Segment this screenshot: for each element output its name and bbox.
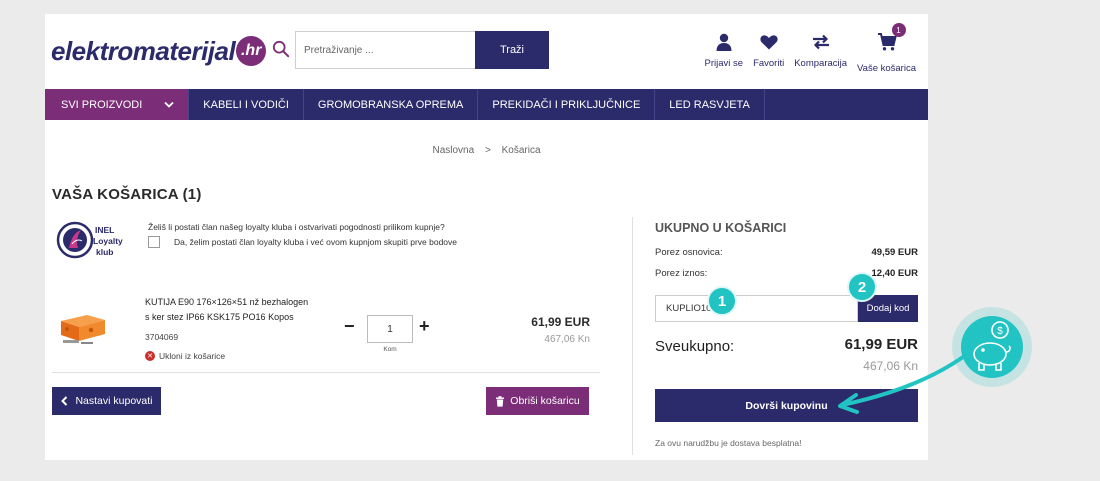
page: elektromaterijal .hr Traži Prijavi se Fa… <box>45 14 928 460</box>
tax-label: Porez iznos: <box>655 268 708 279</box>
column-divider <box>632 217 633 455</box>
product-name[interactable]: KUTIJA E90 176×126×51 nž bezhalogen s ke… <box>145 295 310 325</box>
quantity-increase-button[interactable]: + <box>419 316 430 337</box>
breadcrumb-current: Košarica <box>501 145 541 156</box>
divider <box>52 372 600 373</box>
breadcrumb-separator: > <box>484 145 491 156</box>
nav-all-products[interactable]: SVI PROIZVODI <box>45 89 190 120</box>
remove-from-cart-link[interactable]: ✕ Ukloni iz košarice <box>145 351 225 361</box>
piggy-bank-icon: $ <box>973 321 1011 371</box>
user-icon <box>716 33 732 51</box>
loyalty-checkbox[interactable] <box>148 236 160 248</box>
step-marker-2: 2 <box>847 272 877 302</box>
summary-title: UKUPNO U KOŠARICI <box>655 221 787 235</box>
total-kn: 467,06 Kn <box>863 359 918 373</box>
breadcrumb-home[interactable]: Naslovna <box>432 145 474 156</box>
clear-cart-button[interactable]: Obriši košaricu <box>486 387 589 415</box>
nav-cables[interactable]: KABELI I VODIČI <box>189 89 304 120</box>
quantity-decrease-button[interactable]: − <box>344 316 355 337</box>
trash-icon <box>496 395 505 407</box>
logo-text: elektromaterijal <box>51 35 236 66</box>
svg-text:INEL: INEL <box>95 225 114 235</box>
cart-icon-wrap: 1 <box>877 23 906 57</box>
tax-base-value: 49,59 EUR <box>871 247 918 258</box>
main-nav: SVI PROIZVODI KABELI I VODIČI GROMOBRANS… <box>45 89 928 120</box>
step-marker-1: 1 <box>707 286 737 316</box>
svg-text:klub: klub <box>96 247 113 257</box>
coupon-input[interactable] <box>655 295 858 322</box>
heart-icon <box>760 35 778 50</box>
svg-text:$: $ <box>997 326 1003 337</box>
search-icon[interactable] <box>272 40 290 58</box>
header-actions: Prijavi se Favoriti Komparacija 1 Vaše k… <box>695 23 916 74</box>
cart-label: Vaše košarica <box>857 63 916 74</box>
remove-icon: ✕ <box>145 351 155 361</box>
compare-link[interactable]: Komparacija <box>794 32 847 74</box>
product-sku: 3704069 <box>145 332 179 342</box>
favorites-link[interactable]: Favoriti <box>753 32 784 74</box>
chevron-down-icon <box>164 101 174 108</box>
item-price-kn: 467,06 Kn <box>544 334 590 345</box>
tax-base-label: Porez osnovica: <box>655 247 723 258</box>
continue-shopping-label: Nastavi kupovati <box>75 395 153 407</box>
nav-lightning-protection[interactable]: GROMOBRANSKA OPREMA <box>304 89 479 120</box>
search-input[interactable] <box>295 31 475 69</box>
chevron-left-icon <box>61 396 68 406</box>
tax-value: 12,40 EUR <box>871 268 918 279</box>
logo-suffix: .hr <box>236 36 267 66</box>
cart-count-badge: 1 <box>891 23 906 37</box>
login-label: Prijavi se <box>704 58 744 69</box>
quantity-input[interactable] <box>367 315 413 343</box>
total-label: Sveukupno: <box>655 338 735 355</box>
tax-row: Porez iznos: 12,40 EUR <box>655 268 918 279</box>
item-price-eur: 61,99 EUR <box>531 315 590 329</box>
svg-text:Loyalty: Loyalty <box>93 236 123 246</box>
free-shipping-note: Za ovu narudžbu je dostava besplatna! <box>655 438 802 448</box>
nav-all-products-label: SVI PROIZVODI <box>61 98 143 111</box>
quantity-unit: Kom <box>383 346 397 353</box>
nav-switches-sockets[interactable]: PREKIDAČI I PRIKLJUČNICE <box>478 89 656 120</box>
clear-cart-label: Obriši košaricu <box>510 395 580 407</box>
checkout-button[interactable]: Dovrši kupovinu <box>655 389 918 422</box>
piggy-bank-badge <box>961 316 1023 378</box>
breadcrumb: Naslovna > Košarica <box>45 145 928 156</box>
product-image[interactable] <box>57 307 109 347</box>
page-title: VAŠA KOŠARICA (1) <box>52 186 202 203</box>
remove-label: Ukloni iz košarice <box>159 351 226 361</box>
tax-base-row: Porez osnovica: 49,59 EUR <box>655 247 918 258</box>
loyalty-checkbox-row[interactable]: Da, želim postati član loyalty kluba i v… <box>148 236 457 248</box>
favorites-label: Favoriti <box>753 58 785 69</box>
piggy-bank-halo <box>952 307 1032 387</box>
login-link[interactable]: Prijavi se <box>704 32 744 74</box>
continue-shopping-button[interactable]: Nastavi kupovati <box>52 387 161 415</box>
cart-link[interactable]: 1 Vaše košarica <box>857 23 916 74</box>
loyalty-question: Želiš li postati član našeg loyalty klub… <box>148 222 445 232</box>
search-button[interactable]: Traži <box>475 31 549 69</box>
loyalty-club-logo: INEL Loyalty klub <box>56 221 123 259</box>
total-eur: 61,99 EUR <box>844 336 918 353</box>
site-logo[interactable]: elektromaterijal .hr <box>51 34 267 68</box>
compare-label: Komparacija <box>794 58 848 69</box>
loyalty-checkbox-label: Da, želim postati član loyalty kluba i v… <box>174 237 457 247</box>
compare-arrows-icon <box>812 34 829 50</box>
nav-led-lighting[interactable]: LED RASVJETA <box>655 89 765 120</box>
